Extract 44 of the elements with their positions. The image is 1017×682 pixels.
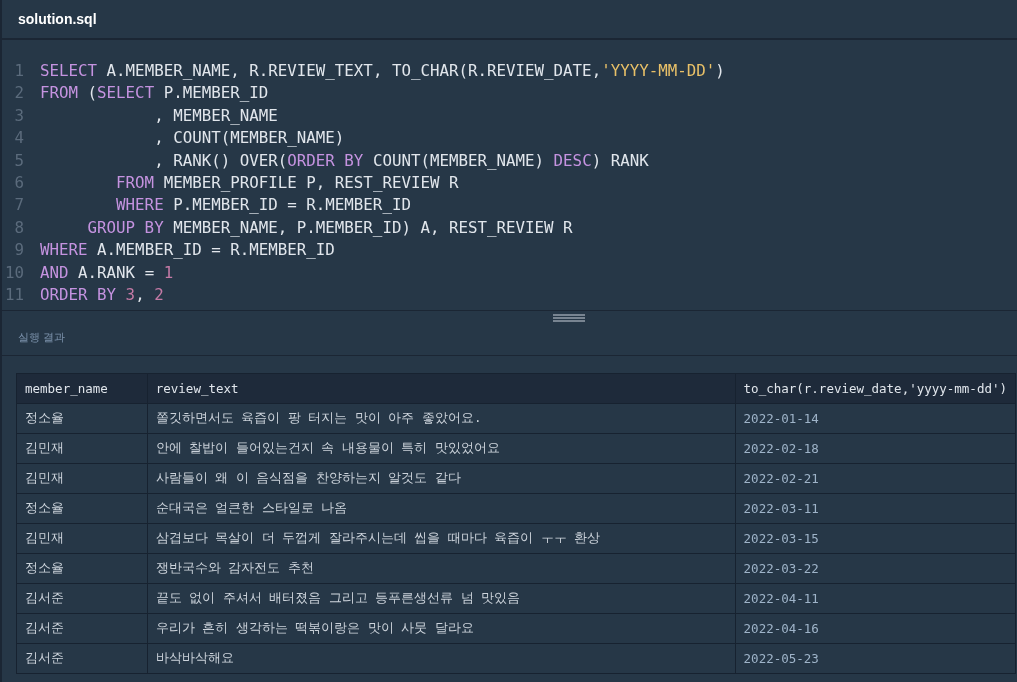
code-line: FROM (SELECT P.MEMBER_ID: [40, 82, 269, 105]
table-cell: 2022-02-21: [735, 463, 1016, 494]
table-cell: 순대국은 얼큰한 스타일로 나옴: [147, 493, 736, 524]
table-cell: 김민재: [16, 523, 148, 554]
code-line: GROUP BY MEMBER_NAME, P.MEMBER_ID) A, REST_REVIEW R: [86, 216, 573, 239]
table-cell: 2022-02-18: [735, 433, 1016, 464]
table-cell: 김서준: [16, 583, 148, 614]
table-cell: 김민재: [16, 433, 148, 464]
table-cell: 쟁반국수와 감자전도 추천: [147, 553, 736, 584]
code-line: WHERE A.MEMBER_ID = R.MEMBER_ID: [40, 239, 335, 262]
column-header: to_char(r.review_date,'yyyy-mm-dd'): [735, 373, 1016, 404]
results-title: 실행 결과: [2, 325, 1017, 356]
table-cell: 우리가 흔히 생각하는 떡볶이랑은 맛이 사뭇 달라요: [147, 613, 736, 644]
table-cell: 김민재: [16, 463, 148, 494]
table-cell: 김서준: [16, 613, 148, 644]
table-cell: 안에 찰밥이 들어있는건지 속 내용물이 특히 맛있었어요: [147, 433, 736, 464]
table-cell: 2022-03-15: [735, 523, 1016, 554]
code-line: WHERE P.MEMBER_ID = R.MEMBER_ID: [115, 194, 411, 217]
table-cell: 끝도 없이 주셔서 배터졌음 그리고 등푸른생선류 넘 맛있음: [147, 583, 736, 614]
column-header: review_text: [147, 373, 736, 404]
table-cell: 2022-04-16: [735, 613, 1016, 644]
resize-handle-icon[interactable]: [552, 314, 585, 322]
table-cell: 삼겹보다 목살이 더 두껍게 잘라주시는데 씹을 때마다 육즙이 ㅜㅜ 환상: [147, 523, 736, 554]
column-header: member_name: [16, 373, 148, 404]
code-line: , RANK() OVER(ORDER BY COUNT(MEMBER_NAME) DESC) RANK: [153, 149, 649, 172]
code-line: , MEMBER_NAME: [153, 104, 278, 127]
table-cell: 정소율: [16, 493, 148, 524]
code-line: AND A.RANK = 1: [40, 261, 174, 284]
table-cell: 김서준: [16, 643, 148, 674]
code-line: ORDER BY 3, 2: [40, 283, 164, 306]
table-cell: 2022-04-11: [735, 583, 1016, 614]
code-line: SELECT A.MEMBER_NAME, R.REVIEW_TEXT, TO_CHAR(R.REVIEW_DATE,'YYYY-MM-DD'): [40, 60, 725, 82]
table-cell: 정소율: [16, 403, 148, 434]
table-cell: 쫄깃하면서도 육즙이 팡 터지는 맛이 아주 좋았어요.: [147, 403, 736, 434]
table-cell: 2022-05-23: [735, 643, 1016, 674]
code-line: , COUNT(MEMBER_NAME): [153, 127, 345, 150]
code-line: FROM MEMBER_PROFILE P, REST_REVIEW R: [115, 171, 459, 194]
table-cell: 2022-01-14: [735, 403, 1016, 434]
table-cell: 정소율: [16, 553, 148, 584]
table-cell: 바삭바삭해요: [147, 643, 736, 674]
table-cell: 2022-03-22: [735, 553, 1016, 584]
table-cell: 사람들이 왜 이 음식점을 찬양하는지 알것도 같다: [147, 463, 736, 494]
table-cell: 2022-03-11: [735, 493, 1016, 524]
file-tab-title[interactable]: solution.sql: [18, 11, 97, 27]
